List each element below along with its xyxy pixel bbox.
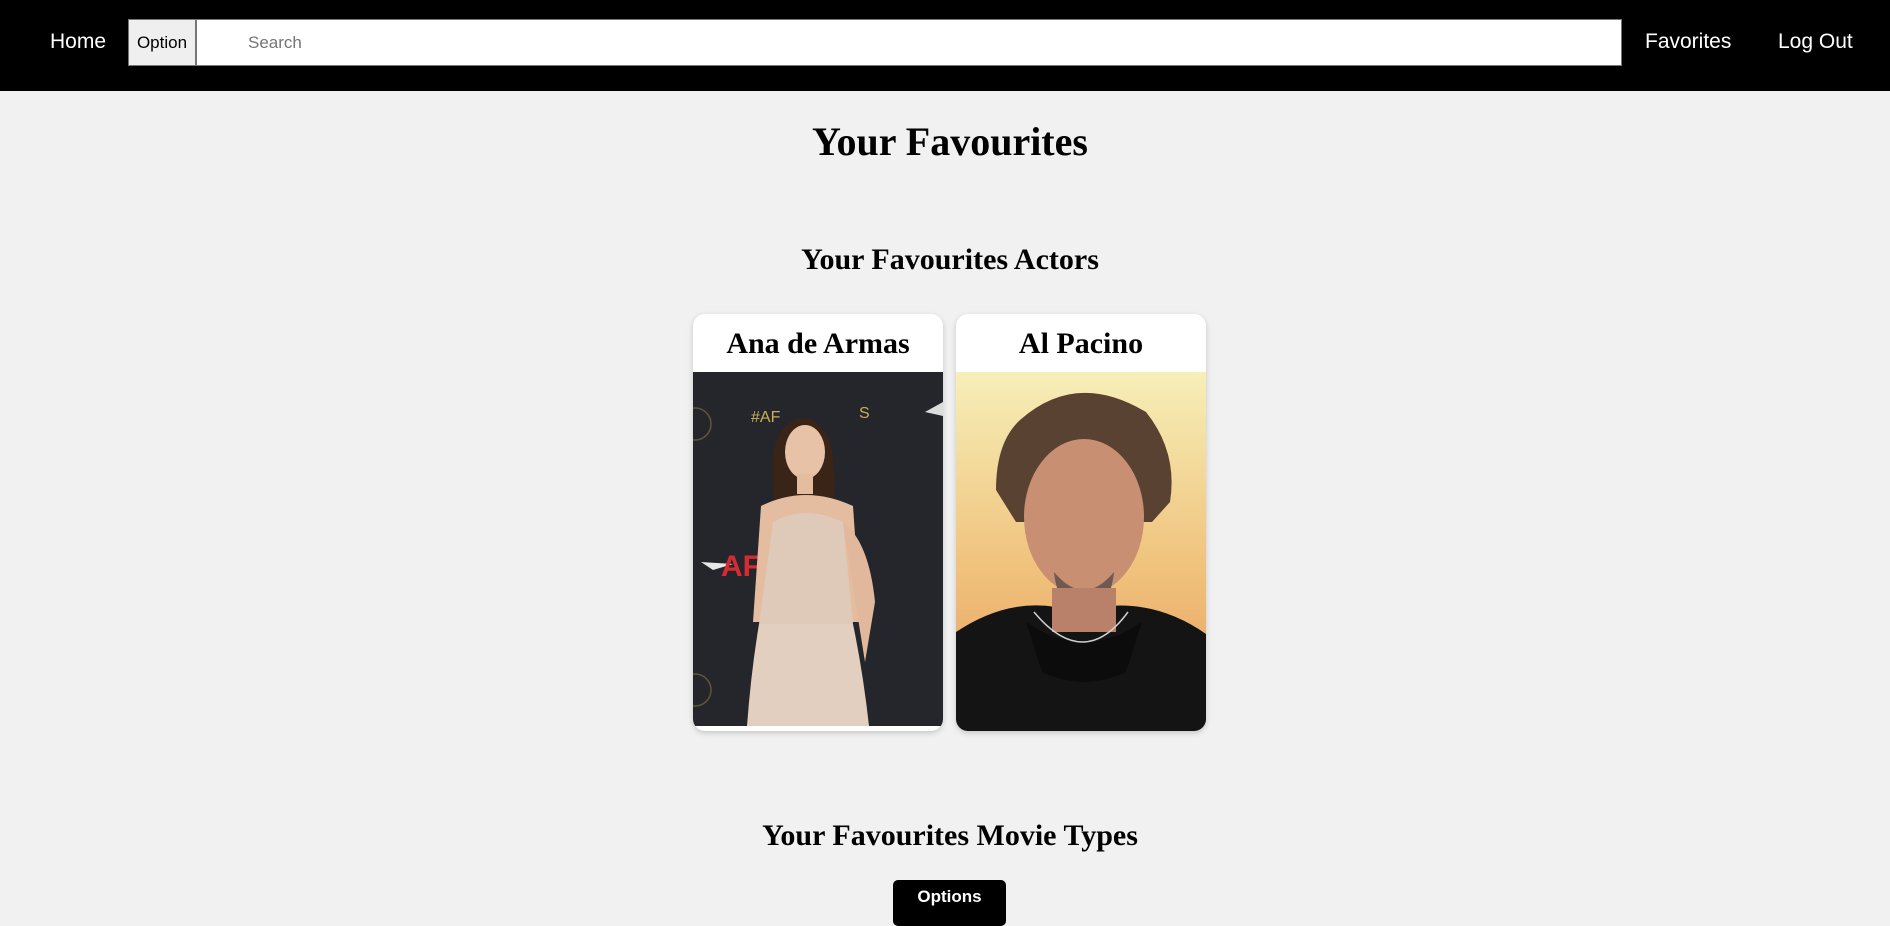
svg-text:#AF: #AF xyxy=(751,409,781,426)
actor-name: Al Pacino xyxy=(1018,327,1144,360)
svg-text:S: S xyxy=(859,405,870,422)
movie-types-section-title: Your Favourites Movie Types xyxy=(762,819,1138,852)
actor-name: Ana de Armas xyxy=(726,327,910,360)
top-navbar: Home Option Favorites Log Out xyxy=(0,0,1890,91)
actor-photo-ana-de-armas: #AF S AFI xyxy=(693,372,943,726)
favorites-link[interactable]: Favorites xyxy=(1645,27,1731,57)
actor-card-al-pacino[interactable]: Al Pacino xyxy=(956,314,1206,731)
movie-types-options-button[interactable]: Options xyxy=(893,880,1006,926)
logout-link[interactable]: Log Out xyxy=(1778,27,1853,57)
actors-section-title: Your Favourites Actors xyxy=(801,243,1099,276)
actor-card-ana-de-armas[interactable]: Ana de Armas #AF S AFI xyxy=(693,314,943,731)
option-button[interactable]: Option xyxy=(128,19,196,66)
search-input[interactable] xyxy=(196,19,1622,66)
home-link[interactable]: Home xyxy=(50,27,106,57)
page-title: Your Favourites xyxy=(812,119,1088,164)
actor-photo-al-pacino xyxy=(956,372,1206,731)
